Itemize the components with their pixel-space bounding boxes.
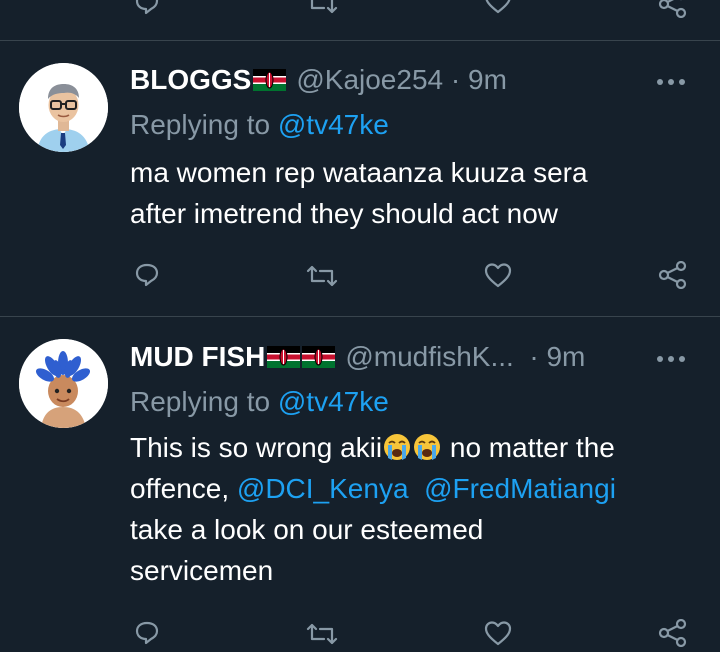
timestamp[interactable]: 9m (546, 341, 585, 373)
kenya-flag-icon (267, 346, 301, 368)
display-name[interactable]: BLOGGS (130, 64, 251, 96)
replying-to: Replying to @tv47ke (130, 386, 389, 418)
replying-to: Replying to @tv47ke (130, 109, 389, 141)
username[interactable]: @Kajoe254 (296, 64, 443, 96)
prev-reply-icon[interactable] (134, 0, 160, 15)
kenya-flag-icon (302, 346, 336, 368)
mention-link[interactable]: @DCI_Kenya (237, 473, 409, 504)
reply-icon[interactable] (134, 620, 160, 646)
tweet[interactable]: BLOGGS @Kajoe254 · 9m Replying to @tv47k… (0, 41, 720, 315)
tweet-header: BLOGGS @Kajoe254 · 9m (130, 63, 507, 97)
tweet-text-line: ma women rep wataanza kuuza sera (130, 157, 588, 188)
loudly-crying-face-icon (382, 432, 412, 462)
tweet-text-segment: no matter the (442, 432, 615, 463)
timestamp[interactable]: 9m (468, 64, 507, 96)
share-icon[interactable] (658, 260, 688, 290)
tweet-text-line: after imetrend they should act now (130, 198, 559, 229)
retweet-icon[interactable] (306, 623, 338, 645)
display-name[interactable]: MUD FISH (130, 341, 265, 373)
tweet-text-line: offence, @DCI_Kenya @FredMatiangi (130, 468, 616, 509)
mention-link[interactable]: @FredMatiangi (424, 473, 616, 504)
separator-dot: · (529, 341, 539, 372)
prev-like-icon[interactable] (484, 0, 512, 14)
tweet-text: ma women rep wataanza kuuza sera after i… (130, 152, 588, 234)
mention-link[interactable]: @tv47ke (278, 386, 389, 417)
avatar[interactable] (19, 63, 108, 152)
tweet-text: This is so wrong akii no matter the offe… (130, 427, 616, 591)
tweet[interactable]: MUD FISH @mudfishK... · 9m Replying to @… (0, 317, 720, 648)
tweet-text-segment: offence, (130, 473, 237, 504)
more-options-icon[interactable] (655, 352, 687, 364)
more-options-icon[interactable] (655, 75, 687, 87)
prev-share-icon[interactable] (658, 0, 688, 19)
replying-to-label: Replying to (130, 109, 271, 140)
tweet-text-line: This is so wrong akii no matter the (130, 427, 616, 468)
reply-icon[interactable] (134, 262, 160, 288)
tweet-text-line: take a look on our esteemed (130, 514, 484, 545)
mention-link[interactable]: @tv47ke (278, 109, 389, 140)
retweet-icon[interactable] (306, 265, 338, 287)
replying-to-label: Replying to (130, 386, 271, 417)
like-icon[interactable] (484, 262, 512, 288)
tweet-text-line: servicemen (130, 555, 274, 586)
kenya-flag-icon (253, 69, 287, 91)
share-icon[interactable] (658, 618, 688, 648)
prev-retweet-icon[interactable] (306, 0, 338, 14)
separator-dot: · (450, 64, 461, 95)
tweet-text-segment: This is so wrong akii (130, 432, 383, 463)
like-icon[interactable] (484, 620, 512, 646)
loudly-crying-face-icon (412, 432, 442, 462)
avatar[interactable] (19, 339, 108, 428)
tweet-header: MUD FISH @mudfishK... · 9m (130, 340, 585, 374)
username[interactable]: @mudfishK... (345, 341, 513, 373)
